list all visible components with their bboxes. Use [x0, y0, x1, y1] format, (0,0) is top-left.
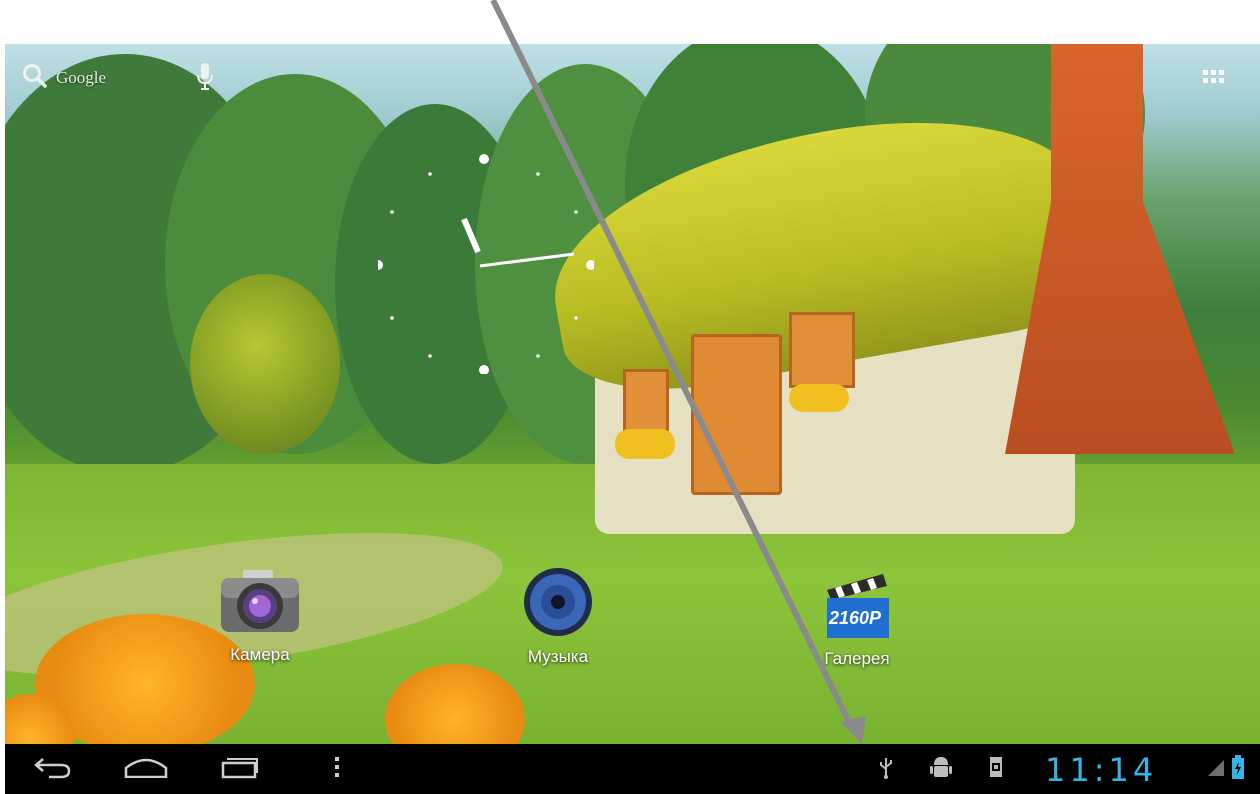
android-debug-notification[interactable]: [925, 744, 957, 794]
app-music[interactable]: Музыка: [503, 566, 613, 667]
usb-icon: [878, 755, 894, 784]
back-icon: [33, 755, 71, 784]
all-apps-button[interactable]: [1202, 68, 1226, 92]
app-label-music: Музыка: [527, 647, 589, 666]
apps-grid-icon: [1202, 70, 1226, 96]
analog-clock-widget[interactable]: [373, 154, 596, 375]
app-label-gallery: Галерея: [824, 649, 890, 668]
app-label-camera: Камера: [230, 645, 290, 664]
android-bug-icon: [930, 755, 952, 784]
battery-charging-icon: [1232, 754, 1244, 785]
menu-button[interactable]: [325, 744, 349, 794]
camera-icon: [219, 570, 301, 640]
microphone-icon: [196, 63, 214, 96]
battery-indicator: [1229, 744, 1247, 794]
search-icon: [22, 63, 48, 94]
voice-search-button[interactable]: [196, 62, 214, 97]
google-label: Google: [56, 68, 107, 87]
wallpaper: [5, 44, 1260, 744]
google-search-bar[interactable]: Google: [22, 62, 106, 94]
recent-apps-icon: [220, 755, 260, 784]
back-button[interactable]: [27, 744, 77, 794]
app-gallery[interactable]: 2160P Галерея: [802, 568, 912, 669]
recent-apps-button[interactable]: [215, 744, 265, 794]
signal-strength-icon: [1206, 756, 1226, 783]
gallery-badge-text: 2160P: [829, 608, 882, 628]
music-icon: [522, 568, 594, 642]
signal-indicator: [1205, 744, 1227, 794]
home-icon: [123, 756, 169, 783]
home-button[interactable]: [117, 744, 175, 794]
overflow-menu-icon: [334, 756, 340, 783]
sd-card-icon: [988, 755, 1004, 784]
gallery-icon: 2160P: [821, 568, 893, 640]
app-camera[interactable]: Камера: [205, 568, 315, 665]
sd-card-notification[interactable]: [981, 744, 1011, 794]
usb-notification[interactable]: [871, 744, 901, 794]
status-clock[interactable]: 11:14: [1045, 751, 1157, 789]
